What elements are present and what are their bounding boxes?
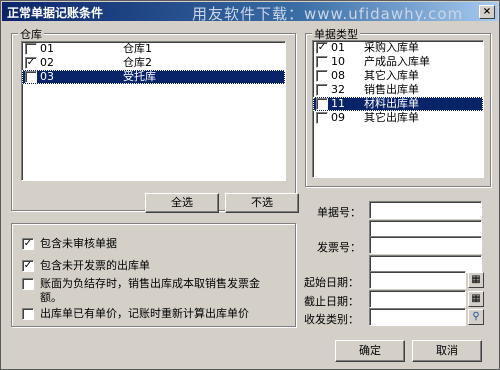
category-label: 收发类别：: [304, 313, 359, 326]
doc-type-item-code: 09: [331, 111, 345, 124]
doc-type-item-checkbox[interactable]: [316, 56, 328, 68]
category-input[interactable]: [369, 308, 466, 326]
warehouse-group: 仓库 01 仓库1 ✓ 02 仓库2 03 受托库 全选 不选: [11, 26, 299, 213]
doc-type-item-name: 其它入库单: [364, 69, 419, 82]
start-date-label: 起始日期：: [304, 276, 359, 289]
select-all-button[interactable]: 全选: [145, 193, 219, 213]
ok-button[interactable]: 确定: [335, 340, 405, 362]
warehouse-group-label: 仓库: [18, 26, 44, 42]
doc-no-label: 单据号：: [317, 206, 361, 219]
doc-type-list: ✓ 01 采购入库单 10 产成品入库单 08 其它入库单 32 销售出库单 1…: [312, 40, 484, 178]
doc-type-item-checkbox[interactable]: [316, 98, 328, 110]
end-date-input[interactable]: [369, 290, 466, 308]
doc-type-item[interactable]: 10 产成品入库单: [313, 55, 483, 69]
end-date-label: 截止日期：: [304, 295, 359, 308]
warehouse-item-code: 01: [40, 42, 54, 55]
doc-type-item-code: 32: [331, 83, 345, 96]
invoice-no-label: 发票号：: [317, 241, 361, 254]
doc-type-item-checkbox[interactable]: [316, 84, 328, 96]
warehouse-item[interactable]: 01 仓库1: [22, 42, 285, 56]
calendar-icon[interactable]: ▦: [468, 272, 484, 288]
doc-type-item-name: 采购入库单: [364, 41, 419, 54]
doc-type-item-checkbox[interactable]: [316, 70, 328, 82]
option-checkbox[interactable]: [22, 308, 34, 320]
options-group: ✓ 包含未审核单据 ✓ 包含未开发票的出库单 账面为负结存时，销售出库成本取销售…: [11, 223, 296, 327]
doc-type-item-code: 10: [331, 55, 345, 68]
doc-type-item[interactable]: ✓ 01 采购入库单: [313, 41, 483, 55]
cancel-button[interactable]: 取消: [412, 340, 482, 362]
option-checkbox[interactable]: [22, 278, 34, 290]
doc-type-item-name: 材料出库单: [364, 97, 419, 110]
doc-type-item[interactable]: 32 销售出库单: [313, 83, 483, 97]
warehouse-item-code: 02: [40, 56, 54, 69]
warehouse-item-checkbox[interactable]: [25, 71, 37, 83]
doc-type-item-checkbox[interactable]: [316, 112, 328, 124]
option-label: 包含未审核单据: [40, 237, 117, 250]
doc-type-item-code: 11: [331, 97, 345, 110]
option-label: 出库单已有单价，记账时重新计算出库单价: [40, 307, 249, 320]
window-title: 正常单据记账条件: [7, 6, 104, 20]
option-checkbox[interactable]: ✓: [22, 260, 34, 272]
dialog-window: 正常单据记账条件 用友软件下载：www.ufidawhy.com × 仓库 01…: [0, 0, 500, 370]
doc-type-item-name: 其它出库单: [364, 111, 419, 124]
close-icon: ×: [482, 6, 492, 17]
option-checkbox[interactable]: ✓: [22, 238, 34, 250]
doc-type-item-name: 销售出库单: [364, 83, 419, 96]
close-button[interactable]: ×: [479, 5, 495, 19]
warehouse-item-name: 仓库1: [123, 42, 152, 55]
doc-type-item-checkbox[interactable]: ✓: [316, 42, 328, 54]
doc-type-item[interactable]: 09 其它出库单: [313, 111, 483, 125]
title-bar: 正常单据记账条件 用友软件下载：www.ufidawhy.com ×: [2, 2, 498, 23]
doc-type-group: 单据类型 ✓ 01 采购入库单 10 产成品入库单 08 其它入库单 32 销售…: [305, 26, 491, 187]
calendar-icon[interactable]: ▦: [468, 291, 484, 307]
doc-type-item-code: 01: [331, 41, 345, 54]
doc-type-item-code: 08: [331, 69, 345, 82]
warehouse-item-name: 仓库2: [123, 56, 152, 69]
option-label: 包含未开发票的出库单: [40, 259, 150, 272]
doc-type-item[interactable]: 11 材料出库单: [313, 97, 483, 111]
warehouse-item[interactable]: 03 受托库: [22, 70, 285, 84]
warehouse-item-code: 03: [40, 70, 54, 83]
search-icon[interactable]: ⚲: [468, 309, 484, 325]
option-label: 账面为负结存时，销售出库成本取销售发票金额。: [40, 277, 260, 304]
doc-no-from-input[interactable]: [369, 201, 482, 219]
warehouse-item-checkbox[interactable]: [25, 43, 37, 55]
watermark-text: 用友软件下载：www.ufidawhy.com: [192, 5, 464, 23]
warehouse-item[interactable]: ✓ 02 仓库2: [22, 56, 285, 70]
doc-type-item[interactable]: 08 其它入库单: [313, 69, 483, 83]
deselect-all-button[interactable]: 不选: [225, 193, 299, 213]
doc-type-item-name: 产成品入库单: [364, 55, 430, 68]
warehouse-item-checkbox[interactable]: ✓: [25, 57, 37, 69]
warehouse-item-name: 受托库: [123, 70, 156, 83]
invoice-no-from-input[interactable]: [369, 236, 482, 254]
warehouse-list: 01 仓库1 ✓ 02 仓库2 03 受托库: [21, 41, 286, 181]
start-date-input[interactable]: [369, 271, 466, 289]
